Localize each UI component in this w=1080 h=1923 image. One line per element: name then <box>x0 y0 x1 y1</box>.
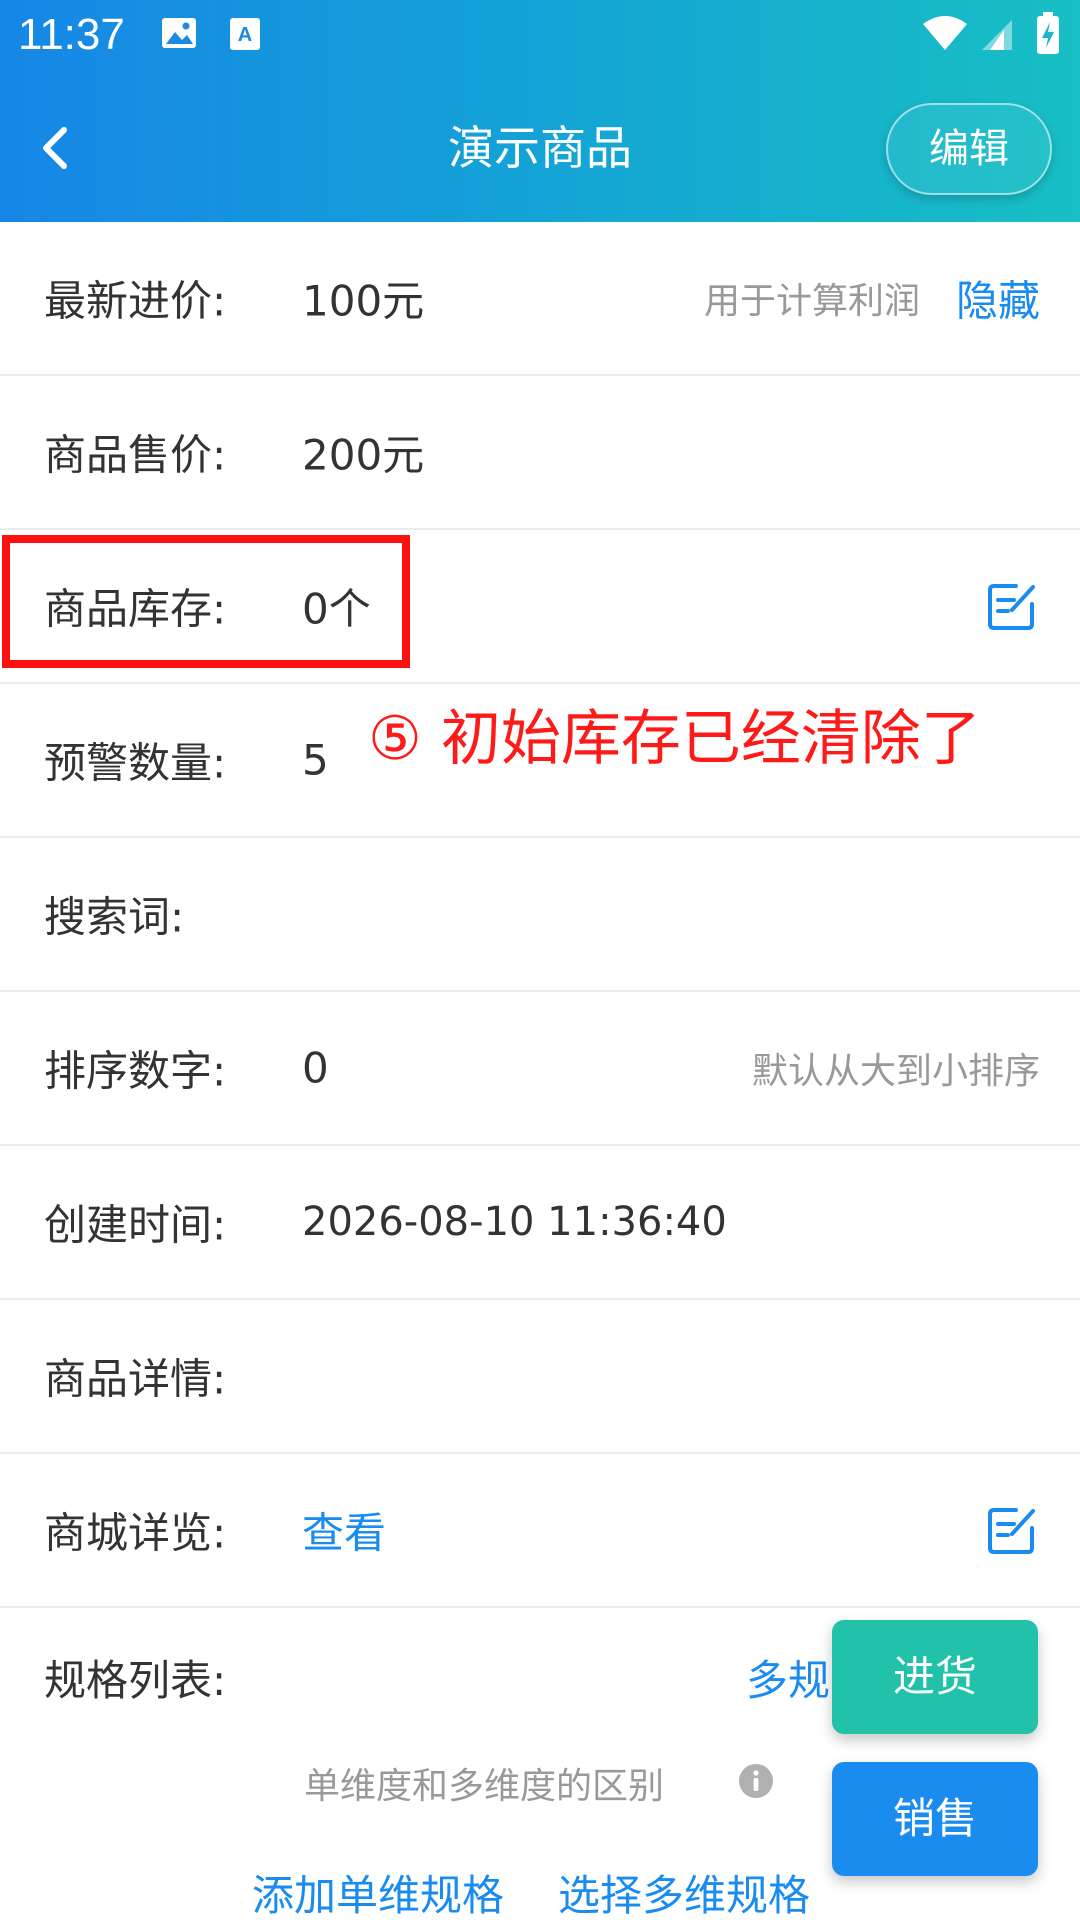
row-sale-price: 商品售价: 200元 <box>0 376 1080 530</box>
svg-text:A: A <box>238 24 252 46</box>
hide-cost-link[interactable]: 隐藏 <box>956 268 1040 329</box>
row-latest-cost: 最新进价: 100元 用于计算利润 隐藏 <box>0 222 1080 376</box>
mall-preview-label: 商城详览: <box>44 1508 227 1558</box>
sort-number-label: 排序数字: <box>44 1046 227 1096</box>
created-at-value: 2026-08-10 11:36:40 <box>302 1199 727 1245</box>
add-single-spec-link[interactable]: 添加单维规格 <box>252 1862 504 1923</box>
cell-signal-icon <box>982 20 1012 50</box>
image-notification-icon <box>162 18 196 48</box>
alert-quantity-label: 预警数量: <box>44 738 227 788</box>
edit-stock-icon[interactable] <box>986 580 1038 632</box>
search-words-label: 搜索词: <box>44 892 185 942</box>
latest-cost-hint: 用于计算利润 <box>703 281 920 322</box>
sale-price-label: 商品售价: <box>44 430 227 480</box>
sale-button[interactable]: 销售 <box>832 1762 1038 1876</box>
details-label: 商品详情: <box>44 1354 227 1404</box>
info-icon[interactable] <box>738 1763 774 1799</box>
stock-cleared-annotation: ⑤ 初始库存已经清除了 <box>368 704 981 774</box>
sort-number-hint: 默认从大到小排序 <box>751 1051 1040 1092</box>
edit-button[interactable]: 编辑 <box>886 103 1052 195</box>
edit-mall-preview-icon[interactable] <box>986 1504 1038 1556</box>
stock-highlight-box <box>2 535 410 668</box>
alert-quantity-value: 5 <box>302 735 329 785</box>
navbar: 演示商品 编辑 <box>0 76 1080 222</box>
select-multi-spec-link[interactable]: 选择多维规格 <box>558 1862 810 1923</box>
app-header: 11:37 A 演示商品 编辑 <box>0 0 1080 222</box>
wifi-icon <box>923 16 967 50</box>
status-time: 11:37 <box>18 10 125 59</box>
row-search-words: 搜索词: <box>0 838 1080 992</box>
battery-charging-icon <box>1037 12 1059 54</box>
status-bar: 11:37 A <box>0 0 1080 76</box>
row-created-at: 创建时间: 2026-08-10 11:36:40 <box>0 1146 1080 1300</box>
row-mall-preview: 商城详览: 查看 <box>0 1454 1080 1608</box>
mall-preview-view-link[interactable]: 查看 <box>302 1500 386 1561</box>
latest-cost-label: 最新进价: <box>44 276 227 326</box>
latest-cost-value: 100元 <box>302 276 425 326</box>
spec-difference-hint[interactable]: 单维度和多维度的区别 <box>304 1757 664 1809</box>
sort-number-value: 0 <box>302 1043 329 1093</box>
multi-spec-link[interactable]: 多规 <box>746 1647 830 1708</box>
spec-list-label: 规格列表: <box>44 1656 227 1705</box>
created-at-label: 创建时间: <box>44 1200 227 1250</box>
purchase-button[interactable]: 进货 <box>832 1620 1038 1734</box>
row-sort-number: 排序数字: 0 默认从大到小排序 <box>0 992 1080 1146</box>
row-details[interactable]: 商品详情: <box>0 1300 1080 1454</box>
translate-notification-icon: A <box>230 18 260 50</box>
sale-price-value: 200元 <box>302 430 425 480</box>
